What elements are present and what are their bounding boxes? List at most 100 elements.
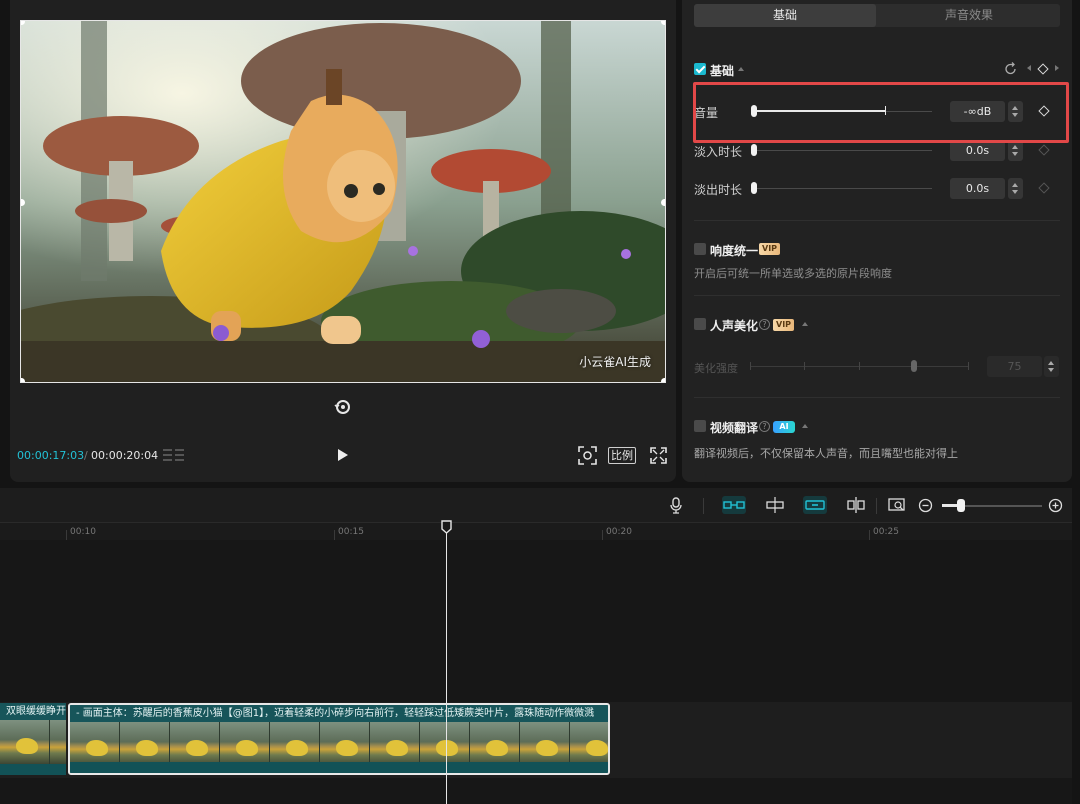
rotate-icon[interactable] <box>334 398 352 416</box>
fade-out-stepper[interactable] <box>1008 178 1023 199</box>
clip-caption: 双眼缓缓睁开 <box>0 703 66 720</box>
toolbar-divider <box>703 498 704 514</box>
ruler-label: 00:10 <box>70 527 96 537</box>
video-clip-selected[interactable]: - 画面主体：苏醒后的香蕉皮小猫【@图1】，迈着轻柔的小碎步向右前行，轻轻踩过低… <box>68 703 610 775</box>
ruler-tick <box>602 530 603 540</box>
beautify-strength-thumb[interactable] <box>911 360 917 372</box>
preview-axis-icon[interactable] <box>765 496 785 514</box>
zoom-in-icon[interactable] <box>1048 498 1063 513</box>
split-icon[interactable] <box>846 496 866 514</box>
ruler-label: 00:15 <box>338 527 364 537</box>
video-frame-image <box>21 21 665 382</box>
fade-in-slider-thumb[interactable] <box>751 144 757 156</box>
video-clip[interactable]: 双眼缓缓睁开 <box>0 703 66 775</box>
strength-tick <box>859 362 860 370</box>
clip-thumbnail <box>50 720 66 764</box>
ruler-tick <box>334 530 335 540</box>
zoom-out-icon[interactable] <box>918 498 933 513</box>
clip-thumbnail <box>520 722 570 766</box>
clip-thumbnail <box>120 722 170 766</box>
loudness-title: 响度统一 <box>710 244 759 258</box>
clip-audio-strip <box>70 762 608 773</box>
clip-audio-strip <box>0 764 66 775</box>
watermark-text: 小云雀AI生成 <box>579 355 651 369</box>
clip-caption: - 画面主体：苏醒后的香蕉皮小猫【@图1】，迈着轻柔的小碎步向右前行，轻轻踩过低… <box>70 705 608 722</box>
voice-beautify-title: 人声美化 <box>710 319 759 333</box>
tab-bar: 基础 声音效果 <box>694 4 1060 27</box>
reset-icon[interactable] <box>1004 62 1018 76</box>
play-button[interactable] <box>333 446 351 464</box>
vip-badge: VIP <box>773 319 795 331</box>
crop-icon[interactable] <box>578 446 597 465</box>
strength-tick <box>804 362 805 370</box>
ruler-tick <box>66 530 67 540</box>
beautify-strength-value[interactable]: 75 <box>987 356 1042 377</box>
fade-out-track[interactable] <box>754 188 932 189</box>
preview-panel: 小云雀AI生成 00:00:17:03 / 00:00:20:04 比例 <box>10 0 676 482</box>
zoom-fit-icon[interactable] <box>887 496 907 514</box>
playhead-handle-icon[interactable] <box>441 520 452 534</box>
clip-thumbnail <box>370 722 420 766</box>
help-icon[interactable]: ? <box>759 319 770 330</box>
ruler-tick <box>869 530 870 540</box>
highlight-annotation-box <box>693 82 1069 143</box>
total-time: 00:00:20:04 <box>91 449 159 462</box>
snap-button[interactable] <box>803 496 827 514</box>
clip-thumbnail <box>320 722 370 766</box>
collapse-caret-icon[interactable] <box>802 322 808 326</box>
fade-out-value[interactable]: 0.0s <box>950 178 1005 199</box>
video-preview[interactable]: 小云雀AI生成 <box>20 20 666 383</box>
timeline-toolbar <box>0 488 1072 522</box>
strength-tick <box>750 362 751 370</box>
tab-sound-effects[interactable]: 声音效果 <box>878 4 1060 27</box>
loudness-checkbox[interactable] <box>694 243 706 255</box>
timeline-ruler[interactable]: 00:10 00:15 00:20 00:25 <box>0 522 1072 540</box>
prev-keyframe-icon[interactable] <box>1027 65 1031 71</box>
keyframe-diamond-icon[interactable] <box>1037 63 1049 75</box>
video-translate-title: 视频翻译 <box>710 421 759 435</box>
link-clip-icon <box>723 501 745 509</box>
tab-basic[interactable]: 基础 <box>694 4 876 27</box>
playhead-line[interactable] <box>446 528 447 804</box>
fade-in-keyframe-icon[interactable] <box>1038 144 1050 156</box>
ratio-button[interactable]: 比例 <box>608 447 636 464</box>
link-clip-button[interactable] <box>722 496 746 514</box>
clip-thumbnail <box>470 722 520 766</box>
fade-in-label: 淡入时长 <box>694 145 743 159</box>
fade-in-track[interactable] <box>754 150 932 151</box>
fade-out-keyframe-icon[interactable] <box>1038 182 1050 194</box>
fade-in-stepper[interactable] <box>1008 140 1023 161</box>
clip-thumbnail <box>0 720 50 764</box>
section-divider <box>694 397 1060 398</box>
collapse-caret-icon[interactable] <box>802 424 808 428</box>
microphone-icon[interactable] <box>667 496 685 514</box>
section-divider <box>694 295 1060 296</box>
ai-badge: AI <box>773 421 795 433</box>
section-divider <box>694 220 1060 221</box>
zoom-slider-thumb[interactable] <box>957 499 965 512</box>
fade-out-slider-thumb[interactable] <box>751 182 757 194</box>
fullscreen-icon[interactable] <box>650 447 667 464</box>
fade-in-value[interactable]: 0.0s <box>950 140 1005 161</box>
video-translate-checkbox[interactable] <box>694 420 706 432</box>
ruler-label: 00:25 <box>873 527 899 537</box>
current-time: 00:00:17:03 <box>17 449 85 462</box>
beautify-strength-stepper[interactable] <box>1044 356 1059 377</box>
audio-properties-panel: 基础 声音效果 基础 音量 -∞dB 淡入时长 0.0s 淡出时长 0.0s 响… <box>682 0 1072 482</box>
video-translate-description: 翻译视频后，不仅保留本人声音，而且嘴型也能对得上 <box>694 447 958 460</box>
clip-thumbnail <box>420 722 470 766</box>
toolbar-divider <box>876 498 877 514</box>
voice-beautify-checkbox[interactable] <box>694 318 706 330</box>
basic-section-title: 基础 <box>710 64 735 78</box>
collapse-caret-icon[interactable] <box>738 67 744 71</box>
beautify-strength-label: 美化强度 <box>694 362 738 375</box>
next-keyframe-icon[interactable] <box>1055 65 1059 71</box>
clip-thumbnail <box>70 722 120 766</box>
list-icon[interactable] <box>163 447 185 463</box>
strength-tick <box>968 362 969 370</box>
help-icon[interactable]: ? <box>759 421 770 432</box>
clip-thumbnail <box>270 722 320 766</box>
loudness-description: 开启后可统一所单选或多选的原片段响度 <box>694 267 892 280</box>
basic-checkbox[interactable] <box>694 63 706 75</box>
ruler-label: 00:20 <box>606 527 632 537</box>
